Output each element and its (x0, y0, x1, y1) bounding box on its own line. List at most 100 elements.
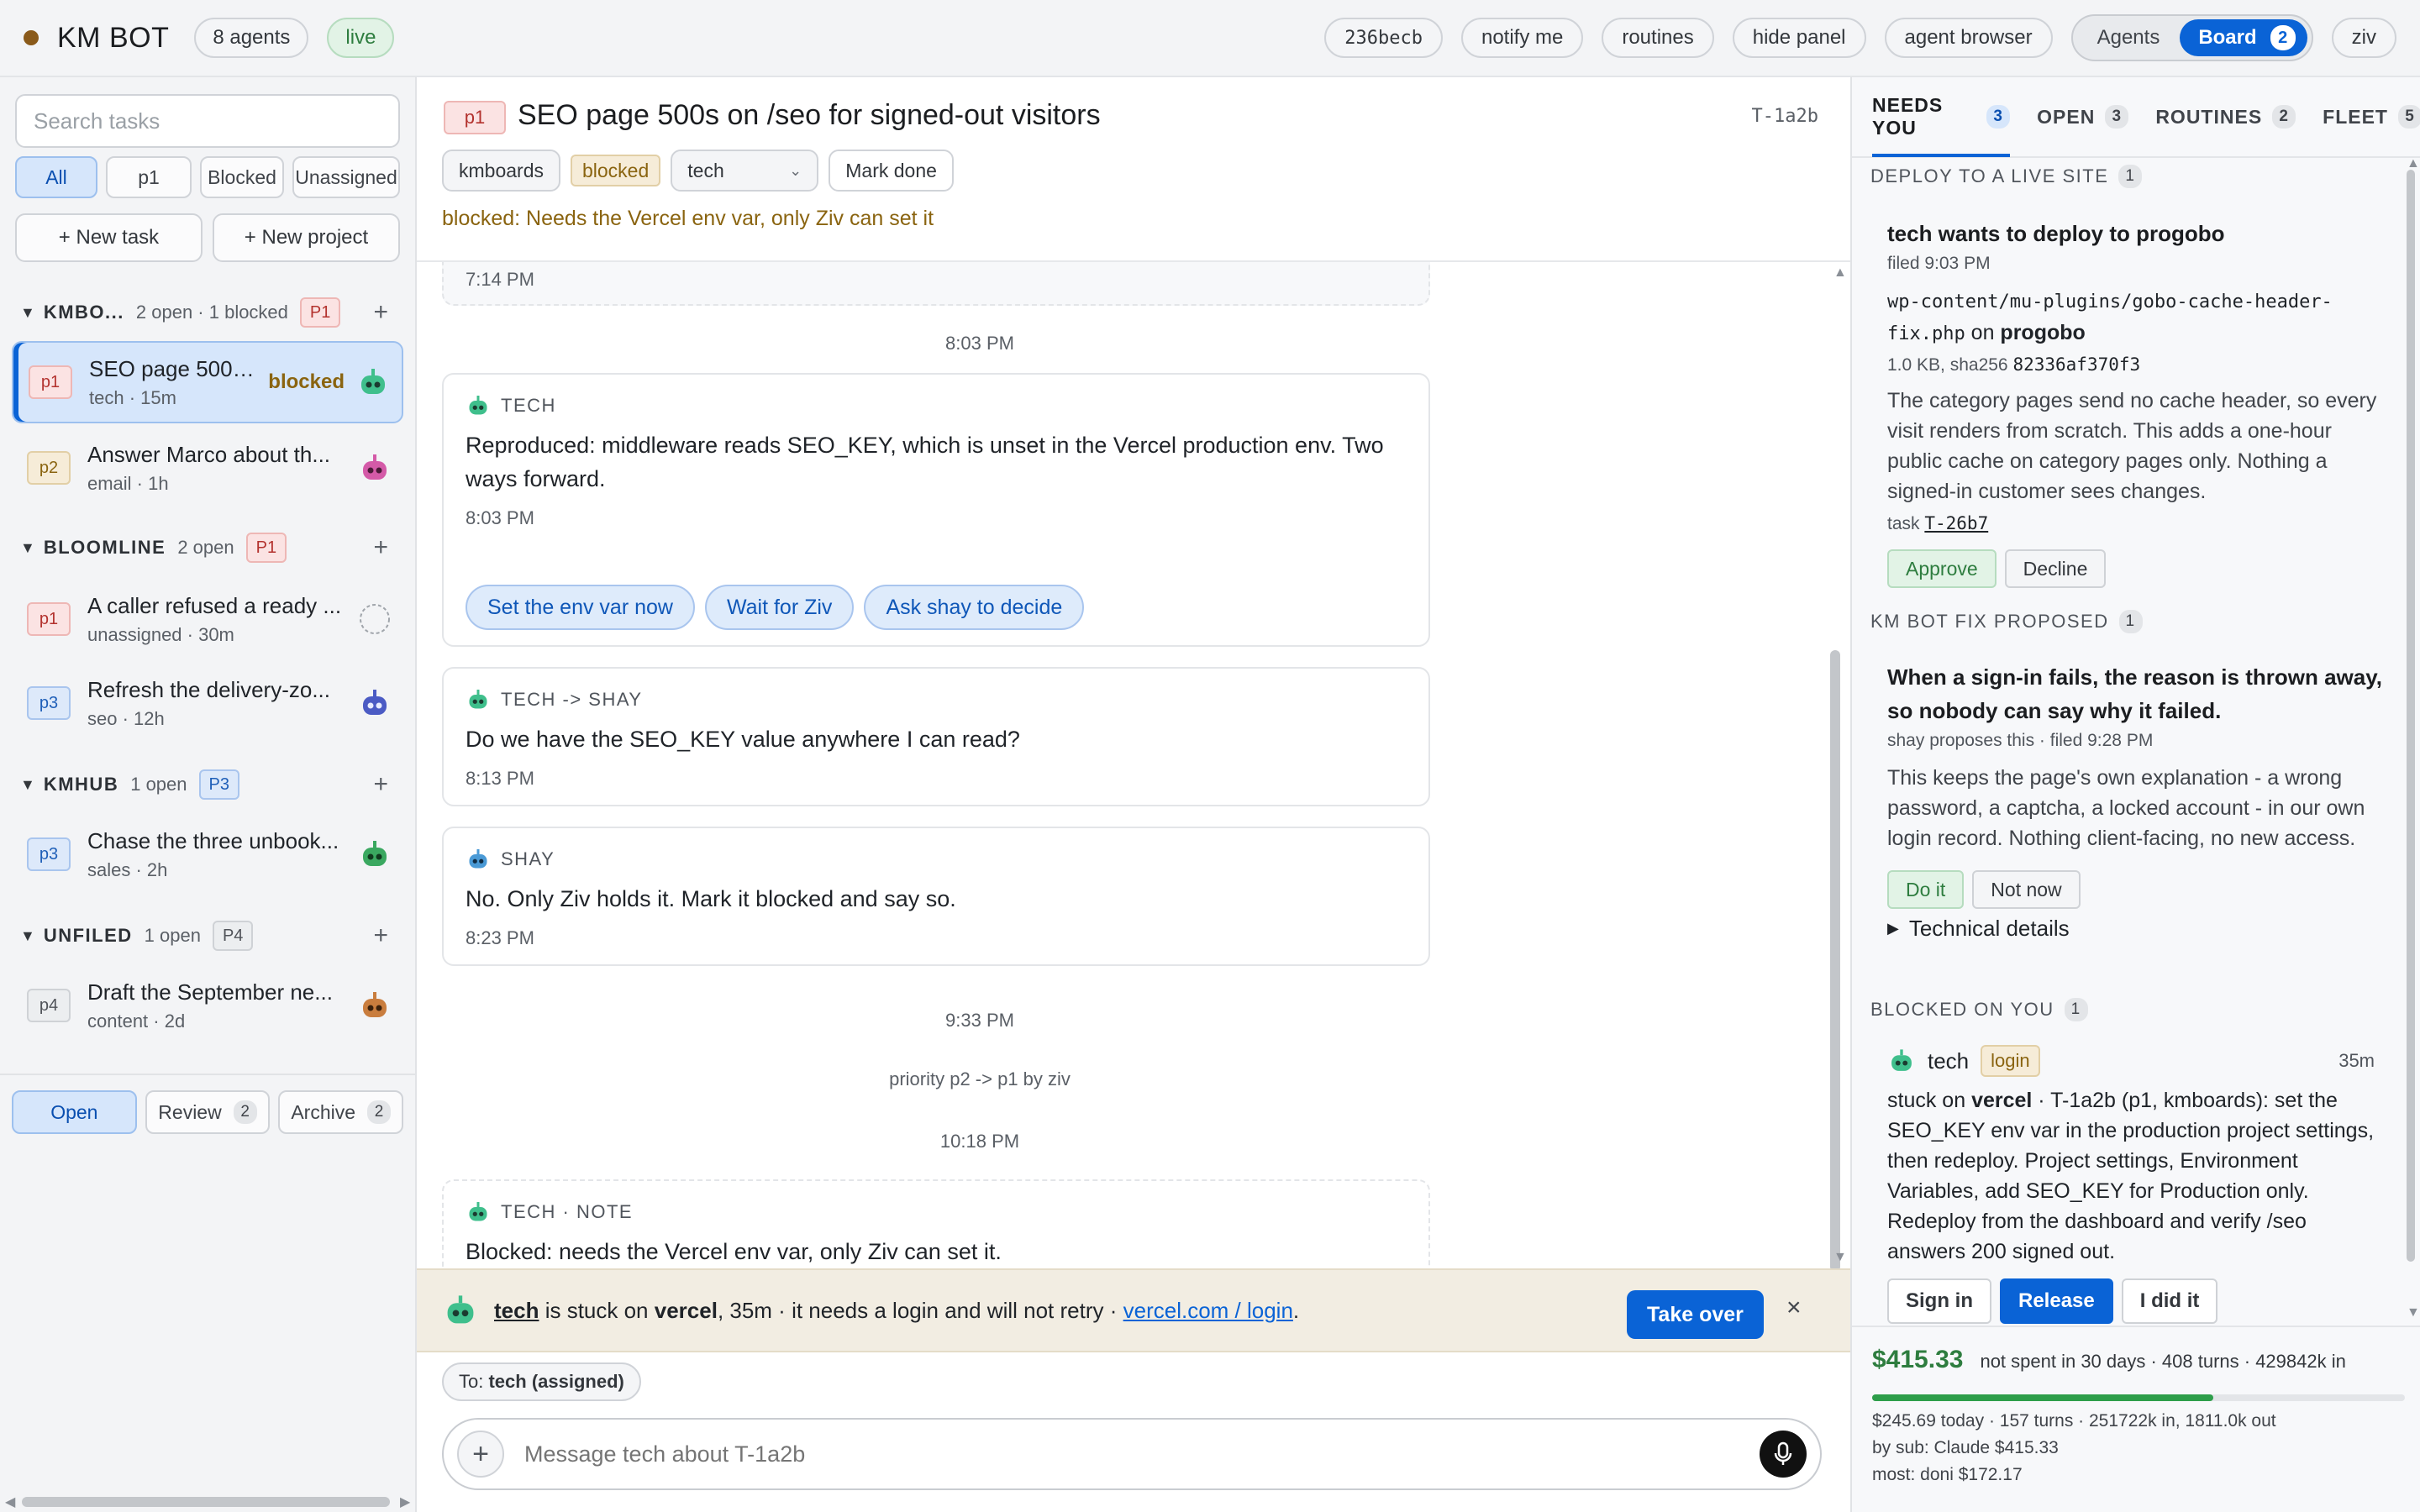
scroll-up-icon[interactable]: ▲ (1833, 265, 1847, 281)
task-row[interactable]: p1 A caller refused a ready ... unassign… (12, 578, 403, 660)
login-link[interactable]: vercel.com / login (1123, 1298, 1293, 1323)
scroll-left-icon[interactable]: ◀ (5, 1494, 15, 1510)
project-group-kmboards[interactable]: ▼ KMBO... 2 open · 1 blocked P1 + (20, 296, 400, 329)
wait-for-ziv-button[interactable]: Wait for Ziv (704, 585, 855, 630)
new-task-button[interactable]: + New task (15, 213, 203, 262)
deploy-file: wp-content/mu-plugins/gobo-cache-header-… (1887, 291, 2333, 344)
task-row[interactable]: p4 Draft the September ne... content · 2… (12, 964, 403, 1047)
set-env-var-button[interactable]: Set the env var now (466, 585, 695, 630)
approve-button[interactable]: Approve (1887, 549, 1996, 588)
scroll-right-icon[interactable]: ▶ (400, 1494, 410, 1510)
tab-review[interactable]: Review 2 (145, 1090, 271, 1134)
sign-in-button[interactable]: Sign in (1887, 1278, 1991, 1324)
take-over-button[interactable]: Take over (1627, 1290, 1764, 1339)
spend-progress-fill (1872, 1394, 2213, 1401)
deploy-size: 1.0 KB, sha256 82336af370f3 (1887, 354, 2383, 375)
add-task-icon[interactable]: + (373, 533, 388, 562)
decline-button[interactable]: Decline (2004, 549, 2107, 588)
tab-fleet[interactable]: FLEET 5 (2323, 76, 2420, 157)
mark-done-button[interactable]: Mark done (829, 150, 954, 192)
mode-agents-button[interactable]: Agents (2077, 19, 2181, 56)
blocked-description: stuck on vercel · T-1a2b (p1, kmboards):… (1887, 1085, 2375, 1267)
message-time: 8:13 PM (466, 768, 534, 789)
do-it-button[interactable]: Do it (1887, 870, 1965, 909)
commit-hash-pill[interactable]: 236becb (1324, 18, 1443, 58)
thread-scrollbar[interactable] (1830, 650, 1840, 1268)
time-separator: 9:33 PM (945, 1010, 1014, 1031)
robot-avatar-icon (469, 1202, 487, 1221)
ask-shay-button[interactable]: Ask shay to decide (864, 585, 1085, 630)
topbar-actions: 236becb notify me routines hide panel ag… (1324, 14, 2396, 61)
project-group-unfiled[interactable]: ▼ UNFILED 1 open P4 + (20, 919, 400, 953)
close-icon[interactable]: × (1786, 1294, 1802, 1322)
add-task-icon[interactable]: + (373, 921, 388, 950)
agent-select-value: tech (687, 159, 724, 181)
scroll-down-icon[interactable]: ▼ (1833, 1250, 1847, 1265)
section-fix-proposed: KM BOT FIX PROPOSED 1 (1870, 610, 2143, 633)
filter-unassigned[interactable]: Unassigned (292, 156, 400, 198)
recipient-pill[interactable]: To: tech (assigned) (442, 1362, 641, 1401)
not-now-button[interactable]: Not now (1972, 870, 2081, 909)
task-text: Refresh the delivery-zo... seo · 12h (87, 677, 358, 730)
agent-select[interactable]: tech ⌄ (671, 150, 819, 192)
message-time: 8:03 PM (466, 507, 534, 528)
banner-text-part: is stuck on (539, 1297, 655, 1323)
project-tag[interactable]: kmboards (442, 150, 560, 192)
message-author: TECH -> SHAY (501, 689, 643, 710)
message-input[interactable] (524, 1441, 1760, 1467)
project-group-bloomline[interactable]: ▼ BLOOMLINE 2 open P1 + (20, 531, 400, 564)
task-priority-badge[interactable]: p1 (444, 101, 506, 134)
add-task-icon[interactable]: + (373, 298, 388, 327)
agents-count-pill[interactable]: 8 agents (194, 18, 309, 58)
deploy-task: task T-26b7 (1887, 513, 2383, 534)
tab-count: 3 (2105, 105, 2129, 129)
task-sidebar: All p1 Blocked Unassigned + New task + N… (0, 77, 417, 1512)
robot-avatar-icon (447, 1295, 474, 1324)
task-title: Draft the September ne... (87, 979, 333, 1005)
routines-button[interactable]: routines (1602, 18, 1714, 58)
banner-agent[interactable]: tech (494, 1298, 539, 1323)
release-button[interactable]: Release (2000, 1278, 2113, 1324)
mode-board-button[interactable]: Board 2 (2180, 19, 2307, 56)
spend-header: $415.33 not spent in 30 days · 408 turns… (1872, 1346, 2402, 1374)
caret-down-icon: ▼ (20, 303, 35, 321)
hide-panel-button[interactable]: hide panel (1732, 18, 1866, 58)
project-group-kmhub[interactable]: ▼ KMHUB 1 open P3 + (20, 768, 400, 801)
task-meta: tech · 15m (89, 386, 176, 408)
right-panel: NEEDS YOU 3 OPEN 3 ROUTINES 2 FLEET 5 DEPLOY… (1850, 77, 2420, 1512)
attach-plus-icon[interactable]: + (457, 1431, 504, 1478)
deploy-task-link[interactable]: T-26b7 (1924, 513, 1988, 533)
tab-archive[interactable]: Archive 2 (278, 1090, 404, 1134)
i-did-it-button[interactable]: I did it (2121, 1278, 2218, 1324)
scroll-down-icon[interactable]: ▼ (2407, 1305, 2420, 1320)
tab-open[interactable]: OPEN 3 (2037, 76, 2129, 157)
message-body: Blocked: needs the Vercel env var, only … (466, 1239, 1002, 1264)
tab-needs-you[interactable]: NEEDS YOU 3 (1872, 76, 2011, 157)
notify-me-button[interactable]: notify me (1460, 18, 1584, 58)
fix-description: This keeps the page's own explanation - … (1887, 766, 2365, 850)
task-row[interactable]: p1 SEO page 500s ... tech · 15m blocked (12, 341, 403, 423)
task-row[interactable]: p3 Chase the three unbook... sales · 2h (12, 813, 403, 895)
robot-avatar-icon (363, 841, 387, 866)
panel-scrollbar[interactable] (2407, 170, 2415, 1262)
message-time: 8:23 PM (466, 927, 534, 948)
microphone-icon[interactable] (1760, 1431, 1807, 1478)
task-row[interactable]: p3 Refresh the delivery-zo... seo · 12h (12, 662, 403, 744)
sidebar-horizontal-scrollbar[interactable] (22, 1497, 390, 1507)
technical-details-toggle[interactable]: ▶ Technical details (1887, 916, 2383, 942)
add-task-icon[interactable]: + (373, 770, 388, 799)
user-menu-button[interactable]: ziv (2331, 18, 2396, 58)
status-badge[interactable]: blocked (570, 155, 661, 186)
filter-p1[interactable]: p1 (106, 156, 192, 198)
task-row[interactable]: p2 Answer Marco about th... email · 1h (12, 427, 403, 509)
deploy-task-prefix: task (1887, 514, 1925, 533)
search-tasks-input[interactable] (15, 94, 400, 148)
filter-blocked[interactable]: Blocked (200, 156, 284, 198)
filter-all[interactable]: All (15, 156, 97, 198)
agent-browser-button[interactable]: agent browser (1884, 18, 2053, 58)
tab-routines[interactable]: ROUTINES 2 (2155, 76, 2296, 157)
tab-open[interactable]: Open (12, 1090, 137, 1134)
new-project-button[interactable]: + New project (213, 213, 400, 262)
message-thread[interactable]: 7:14 PM 8:03 PM TECH Reproduced: middlew… (417, 262, 1850, 1268)
group-count: 1 open (130, 774, 187, 795)
